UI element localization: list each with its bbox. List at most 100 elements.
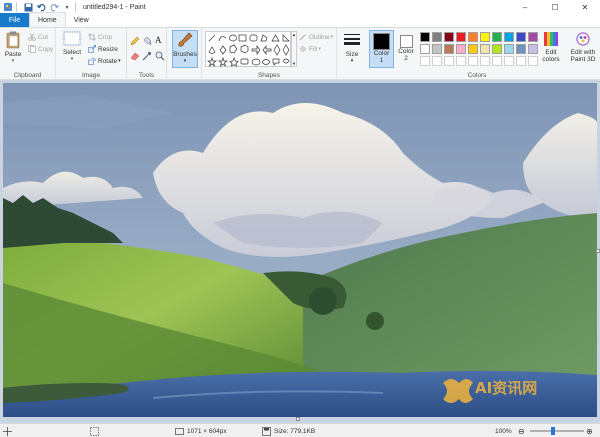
resize-button[interactable]: Resize	[87, 44, 118, 54]
outline-button[interactable]: Outline ▾	[298, 32, 333, 42]
color2-label: Color	[398, 48, 414, 55]
canvas-resize-handle-right[interactable]	[596, 249, 600, 253]
edit-colors-label: Edit	[545, 49, 557, 56]
disk-icon	[262, 426, 271, 436]
paste-button[interactable]: Paste ▾	[3, 31, 23, 64]
color-swatch[interactable]	[468, 32, 478, 42]
color-swatch[interactable]	[420, 32, 430, 42]
color1-button[interactable]: Color 1	[369, 30, 394, 68]
rotate-button[interactable]: Rotate ▾	[87, 56, 121, 66]
canvas-resize-handle[interactable]	[296, 417, 300, 421]
custom-color-slot[interactable]	[480, 56, 490, 66]
dimensions-text: 1071 × 604px	[187, 427, 227, 435]
zoom-out-button[interactable]: ⊖	[518, 426, 525, 436]
custom-color-slot[interactable]	[516, 56, 526, 66]
resize-icon	[87, 45, 96, 54]
select-button[interactable]: Select ▾	[60, 31, 84, 62]
zoom-level: 100%	[495, 426, 512, 436]
shapes-scroll-down-icon[interactable]: ▼	[292, 61, 296, 66]
color-swatch[interactable]	[432, 44, 442, 54]
size-button[interactable]: Size ▾	[340, 31, 364, 64]
select-dropdown-icon[interactable]: ▾	[71, 56, 74, 62]
color-swatch[interactable]	[456, 32, 466, 42]
color-swatch[interactable]	[528, 32, 538, 42]
color-swatch[interactable]	[444, 44, 454, 54]
brushes-dropdown-icon[interactable]: ▾	[184, 58, 187, 64]
edit-colors-button[interactable]: Edit colors	[539, 31, 563, 63]
size-dropdown-icon[interactable]: ▾	[351, 58, 354, 64]
color-picker-icon[interactable]	[142, 51, 152, 63]
outline-dropdown-icon[interactable]: ▾	[331, 34, 334, 40]
paint3d-label-2: Paint 3D	[570, 56, 596, 63]
shapes-scroll[interactable]: ▲ ▼	[291, 31, 297, 67]
color-swatch[interactable]	[420, 44, 430, 54]
selection-icon	[90, 426, 99, 436]
zoom-in-button[interactable]: ⊕	[586, 426, 593, 436]
fill-button[interactable]: Fill ▾	[298, 44, 321, 54]
edit-with-paint3d-button[interactable]: Edit with Paint 3D	[568, 31, 598, 63]
custom-color-slot[interactable]	[492, 56, 502, 66]
color-swatch[interactable]	[504, 44, 514, 54]
custom-color-slot[interactable]	[528, 56, 538, 66]
pencil-icon[interactable]	[130, 36, 140, 48]
color-swatch[interactable]	[528, 44, 538, 54]
cut-button[interactable]: Cut	[27, 32, 48, 42]
color-swatch[interactable]	[480, 32, 490, 42]
fill-bucket-icon[interactable]	[142, 36, 152, 48]
crop-button[interactable]: Crop	[87, 32, 112, 42]
color-swatch[interactable]	[492, 32, 502, 42]
colors-group-label: Colors	[467, 72, 487, 79]
landscape-painting	[3, 83, 597, 417]
zoom-slider-track[interactable]	[530, 430, 584, 432]
copy-button[interactable]: Copy	[27, 44, 53, 54]
eraser-icon[interactable]	[130, 51, 140, 63]
paste-dropdown-icon[interactable]: ▾	[12, 58, 15, 64]
cut-label: Cut	[38, 33, 49, 41]
custom-color-slot[interactable]	[456, 56, 466, 66]
brushes-button[interactable]: Brushes ▾	[172, 30, 198, 68]
shapes-scroll-up-icon[interactable]: ▲	[292, 32, 296, 37]
minimize-button[interactable]: –	[510, 0, 540, 14]
shapes-group-label: Shapes	[257, 72, 281, 79]
tab-view[interactable]: View	[66, 13, 97, 27]
maximize-button[interactable]: ☐	[540, 0, 570, 14]
color-swatch[interactable]	[480, 44, 490, 54]
fill-dropdown-icon[interactable]: ▾	[318, 46, 321, 52]
color-swatch[interactable]	[492, 44, 502, 54]
color-swatch[interactable]	[468, 44, 478, 54]
tab-home[interactable]: Home	[29, 12, 66, 27]
zoom-slider-thumb[interactable]	[551, 427, 555, 435]
color2-button[interactable]: Color 2	[395, 31, 417, 62]
customize-quick-access-icon[interactable]: ▾	[62, 2, 72, 12]
color-swatch[interactable]	[456, 44, 466, 54]
undo-icon[interactable]	[36, 2, 46, 12]
color-swatch[interactable]	[504, 32, 514, 42]
redo-icon[interactable]	[49, 2, 59, 12]
crop-label: Crop	[98, 33, 113, 41]
custom-color-slot[interactable]	[468, 56, 478, 66]
color1-label: Color	[373, 50, 390, 57]
rotate-dropdown-icon[interactable]: ▾	[118, 58, 121, 64]
outline-icon	[298, 33, 307, 42]
custom-color-slot[interactable]	[432, 56, 442, 66]
shapes-gallery[interactable]	[205, 31, 291, 68]
zoom-out-icon[interactable]: ⊖	[518, 427, 525, 436]
color-swatch[interactable]	[516, 32, 526, 42]
drawing-canvas[interactable]: AI资讯网	[3, 83, 597, 417]
color-swatch[interactable]	[444, 32, 454, 42]
text-tool-icon[interactable]: A	[155, 35, 162, 45]
save-icon[interactable]	[23, 2, 33, 12]
custom-color-slot[interactable]	[444, 56, 454, 66]
zoom-in-icon[interactable]: ⊕	[586, 427, 593, 436]
file-size-text: Size: 779.1KB	[274, 427, 316, 435]
custom-color-slot[interactable]	[504, 56, 514, 66]
custom-color-slot[interactable]	[420, 56, 430, 66]
tab-file[interactable]: File	[0, 13, 29, 27]
brush-icon	[176, 31, 194, 51]
watermark-text: AI资讯网	[475, 379, 538, 397]
color-swatch[interactable]	[432, 32, 442, 42]
color-swatch[interactable]	[516, 44, 526, 54]
magnifier-icon[interactable]	[155, 51, 165, 63]
paste-icon	[6, 31, 20, 51]
close-button[interactable]: ✕	[570, 0, 600, 14]
